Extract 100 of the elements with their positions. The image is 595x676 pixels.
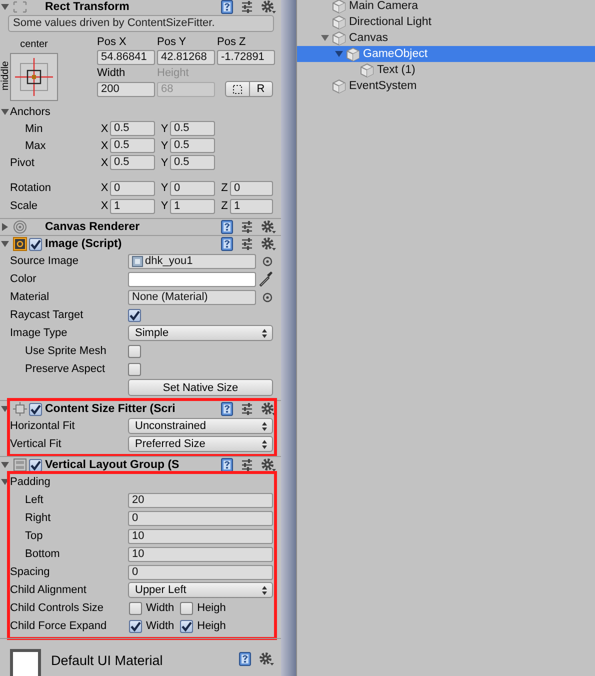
material-title: Default UI Material: [51, 653, 163, 668]
number-field[interactable]: 0: [230, 180, 273, 196]
number-field[interactable]: 0.5: [170, 138, 215, 153]
number-field[interactable]: 1: [110, 198, 155, 214]
tree-item[interactable]: Main Camera: [297, 0, 595, 14]
foldout-arrow-icon[interactable]: [1, 405, 9, 413]
object-picker-icon[interactable]: [262, 256, 273, 266]
dropdown[interactable]: Unconstrained: [128, 418, 273, 434]
tree-item[interactable]: GameObject: [297, 46, 595, 62]
object-field[interactable]: None (Material): [128, 290, 256, 304]
number-field[interactable]: 0.5: [110, 155, 155, 170]
number-field[interactable]: 200: [97, 82, 155, 96]
checkbox[interactable]: [128, 308, 141, 322]
help-icon[interactable]: [221, 0, 233, 14]
field-label: Left: [25, 494, 44, 506]
anchor-preset-button[interactable]: [10, 53, 58, 101]
cube-icon: [332, 30, 346, 46]
raw-edit-button[interactable]: R: [250, 81, 273, 97]
eyedropper-icon[interactable]: [259, 271, 273, 287]
checkbox[interactable]: [29, 458, 42, 472]
section-label[interactable]: Padding: [10, 476, 50, 488]
check-icon: [129, 310, 140, 320]
expand-arrow-icon[interactable]: [335, 50, 343, 58]
checkbox[interactable]: [128, 362, 141, 376]
checkbox[interactable]: [180, 620, 194, 632]
checkbox[interactable]: [180, 602, 194, 614]
sliders-icon[interactable]: [241, 237, 253, 251]
field-label: Raycast Target: [10, 309, 84, 321]
help-icon[interactable]: [221, 402, 233, 416]
set-native-size-button[interactable]: Set Native Size: [128, 379, 273, 396]
help-icon[interactable]: [221, 237, 233, 251]
sliders-icon[interactable]: [241, 220, 253, 234]
foldout-arrow-icon[interactable]: [1, 461, 9, 469]
sliders-icon[interactable]: [241, 458, 253, 472]
number-field[interactable]: 1: [170, 198, 215, 214]
object-picker-icon[interactable]: [262, 292, 273, 302]
sliders-icon[interactable]: [241, 402, 253, 416]
number-field[interactable]: 20: [128, 492, 273, 508]
settings-icon[interactable]: [259, 652, 274, 666]
dropdown-arrows-icon: [262, 440, 267, 448]
number-field[interactable]: 0.5: [170, 121, 215, 136]
number-field[interactable]: 1: [230, 198, 273, 214]
component-title: Vertical Layout Group (S: [45, 459, 180, 471]
axis-label: Z: [220, 200, 229, 212]
number-field[interactable]: 0: [170, 180, 215, 196]
checkbox[interactable]: [129, 620, 142, 632]
option-label: Heigh: [197, 620, 226, 632]
number-field[interactable]: 0.5: [110, 121, 155, 136]
number-field[interactable]: 0.5: [110, 138, 155, 153]
field-label: Child Controls Size: [10, 602, 105, 614]
settings-icon[interactable]: [261, 402, 276, 416]
help-icon[interactable]: [221, 220, 233, 234]
checkbox[interactable]: [29, 238, 42, 250]
settings-icon[interactable]: [261, 0, 276, 14]
foldout-arrow-icon[interactable]: [1, 223, 9, 231]
field-label: Use Sprite Mesh: [25, 345, 108, 357]
foldout-arrow-icon[interactable]: [1, 240, 9, 248]
number-field[interactable]: -1.72891: [217, 50, 275, 64]
foldout-arrow-icon[interactable]: [1, 3, 9, 11]
expand-arrow-icon[interactable]: [321, 34, 329, 42]
foldout-arrow-icon[interactable]: [1, 478, 9, 486]
number-field[interactable]: 10: [128, 546, 273, 562]
section-label[interactable]: Anchors: [10, 106, 50, 118]
settings-icon[interactable]: [261, 458, 276, 472]
number-field[interactable]: 10: [128, 528, 273, 544]
number-field[interactable]: 0.5: [170, 155, 215, 170]
object-field[interactable]: dhk_you1: [128, 254, 256, 268]
checkbox[interactable]: [129, 602, 142, 614]
check-icon: [130, 620, 141, 632]
settings-icon[interactable]: [261, 237, 276, 251]
settings-icon[interactable]: [261, 220, 276, 234]
dropdown[interactable]: Simple: [128, 325, 273, 341]
number-field[interactable]: 0: [110, 180, 155, 196]
number-field[interactable]: 0: [128, 510, 273, 526]
foldout-arrow-icon[interactable]: [1, 108, 9, 116]
number-field[interactable]: 54.86841: [97, 50, 155, 64]
field-label: Min: [25, 122, 44, 134]
help-icon[interactable]: [239, 652, 251, 666]
tree-item[interactable]: EventSystem: [297, 78, 595, 94]
axis-label: Y: [160, 200, 170, 212]
tree-item[interactable]: Text (1): [297, 62, 595, 78]
color-field[interactable]: [128, 272, 256, 286]
dropdown[interactable]: Upper Left: [128, 582, 273, 598]
field-label: Preserve Aspect: [25, 363, 106, 375]
tree-item[interactable]: Canvas: [297, 30, 595, 46]
checkbox[interactable]: [128, 344, 141, 358]
checkbox[interactable]: [29, 402, 42, 416]
tree-item[interactable]: Directional Light: [297, 14, 595, 30]
check-icon: [30, 404, 41, 414]
sprite-icon: [132, 256, 143, 266]
sliders-icon[interactable]: [241, 0, 253, 14]
number-field[interactable]: 0: [128, 564, 273, 580]
field-label: Source Image: [10, 255, 80, 267]
field-label: Scale: [10, 200, 39, 212]
cube-icon: [346, 46, 360, 62]
component-title: Rect Transform: [45, 1, 130, 13]
help-icon[interactable]: [221, 458, 233, 472]
blueprint-button[interactable]: [225, 81, 250, 97]
number-field[interactable]: 42.81268: [157, 50, 215, 64]
dropdown[interactable]: Preferred Size: [128, 436, 273, 452]
